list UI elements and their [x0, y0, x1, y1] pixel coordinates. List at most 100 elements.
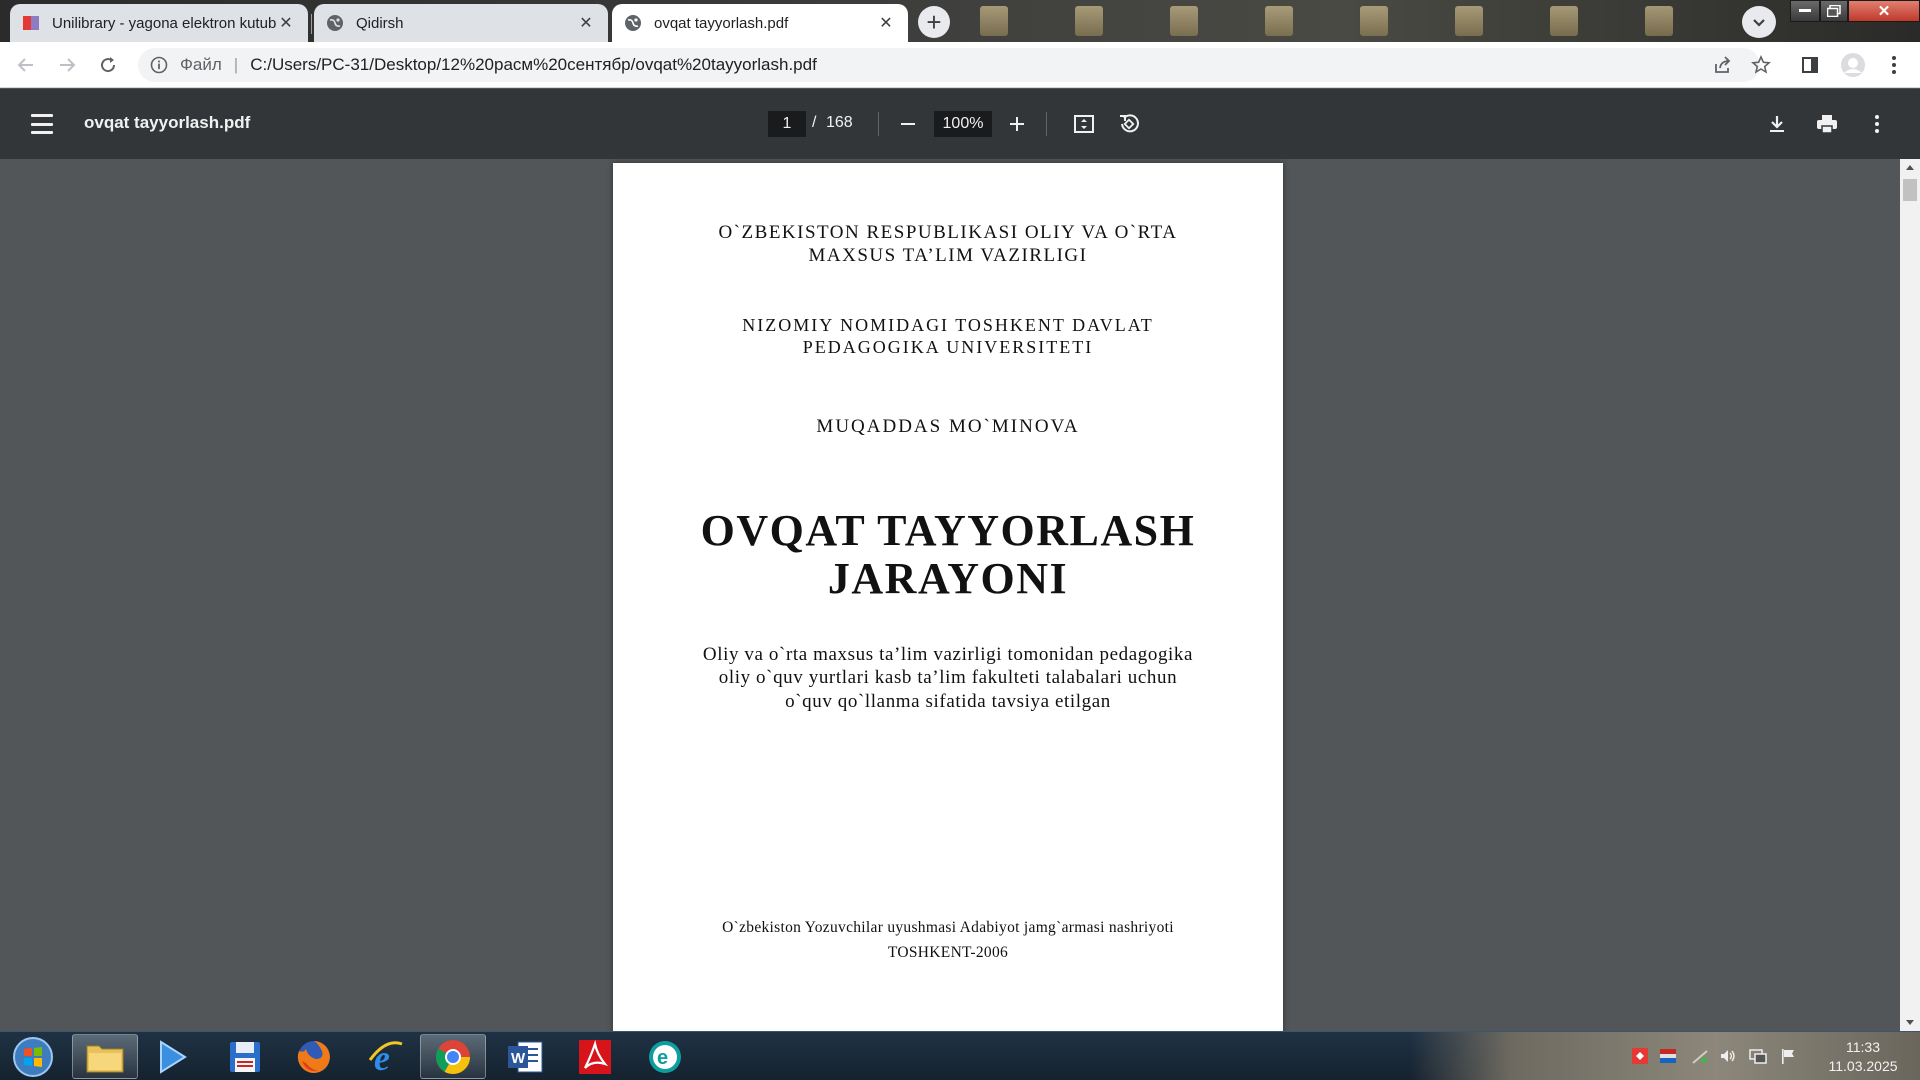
fit-to-page-icon — [1074, 115, 1094, 133]
close-icon[interactable]: ✕ — [576, 13, 596, 33]
eset-icon[interactable]: e — [632, 1034, 698, 1079]
bookmark-button[interactable] — [1745, 49, 1777, 81]
file-explorer-icon[interactable] — [72, 1034, 138, 1079]
desktop-folder-icon — [1455, 6, 1483, 36]
clock-time: 11:33 — [1846, 1039, 1880, 1055]
plus-icon — [1010, 117, 1024, 131]
tab-strip: Unilibrary - yagona elektron kutubxona ✕… — [0, 0, 1920, 42]
hamburger-menu-icon[interactable] — [26, 110, 58, 138]
recommendation-line: oliy o`quv yurtlari kasb ta’lim fakultet… — [718, 667, 1178, 688]
rotate-icon — [1120, 114, 1139, 133]
book-title: JARAYONI — [827, 554, 1069, 603]
reload-button[interactable] — [92, 49, 124, 81]
page-separator: / — [812, 114, 817, 131]
network-icon[interactable] — [1690, 1046, 1710, 1066]
start-orb-icon[interactable] — [6, 1034, 60, 1080]
reload-icon — [101, 57, 116, 73]
desktop-folder-icon — [980, 6, 1008, 36]
floppy-save-icon[interactable] — [212, 1034, 278, 1079]
internet-explorer-icon[interactable]: e — [353, 1034, 419, 1079]
zoom-input[interactable]: 100% — [934, 111, 992, 137]
profile-button[interactable] — [1837, 49, 1869, 81]
kebab-menu-icon — [1875, 115, 1879, 133]
more-actions-button[interactable] — [1860, 108, 1894, 140]
zoom-out-button[interactable] — [892, 109, 924, 139]
page-total: 168 — [826, 114, 853, 131]
svg-text:e: e — [657, 1047, 668, 1069]
tab-title: Qidirsh — [356, 14, 404, 32]
tab-separator — [311, 14, 312, 34]
vertical-scrollbar[interactable] — [1900, 159, 1920, 1031]
address-bar[interactable]: Файл | C:/Users/PC-31/Desktop/12%20расм%… — [138, 48, 1760, 82]
system-clock[interactable]: 11:33 11.03.2025 — [1808, 1038, 1918, 1076]
globe-icon — [326, 14, 344, 32]
chrome-icon[interactable] — [420, 1034, 486, 1079]
display-icon[interactable] — [1748, 1046, 1768, 1066]
desktop-folder-icon — [1170, 6, 1198, 36]
acrobat-icon[interactable] — [562, 1034, 628, 1079]
fit-page-button[interactable] — [1067, 108, 1101, 140]
zoom-in-button[interactable] — [1001, 109, 1033, 139]
star-icon — [1751, 55, 1771, 74]
tab-pdf[interactable]: ovqat tayyorlash.pdf ✕ — [612, 4, 908, 42]
tab-title: Unilibrary - yagona elektron kutubxona — [52, 14, 276, 32]
publisher-line: O`zbekiston Yozuvchilar uyushmasi Adabiy… — [722, 919, 1174, 936]
scroll-down-arrow-icon[interactable] — [1900, 1015, 1920, 1031]
media-player-icon[interactable] — [138, 1034, 204, 1079]
scroll-up-arrow-icon[interactable] — [1900, 159, 1920, 175]
restore-button[interactable] — [1820, 0, 1848, 22]
minimize-button[interactable] — [1790, 0, 1820, 22]
chevron-down-icon — [1753, 19, 1765, 27]
tab-qidirsh[interactable]: Qidirsh ✕ — [314, 4, 608, 42]
desktop-folder-icon — [1360, 6, 1388, 36]
download-button[interactable] — [1760, 108, 1794, 140]
divider: | — [233, 55, 239, 74]
browser-toolbar: Файл | C:/Users/PC-31/Desktop/12%20расм%… — [0, 42, 1920, 88]
scroll-thumb[interactable] — [1903, 179, 1917, 201]
volume-icon[interactable] — [1718, 1046, 1738, 1066]
toolbar-divider — [1046, 112, 1047, 136]
svg-text:W: W — [511, 1050, 526, 1067]
tab-unilibrary[interactable]: Unilibrary - yagona elektron kutubxona ✕ — [10, 4, 308, 42]
rotate-button[interactable] — [1112, 108, 1146, 140]
pdf-file-name: ovqat tayyorlash.pdf — [84, 113, 251, 132]
unilibrary-icon — [22, 14, 40, 32]
browser-menu-button[interactable] — [1878, 49, 1910, 81]
info-icon[interactable] — [150, 56, 170, 74]
new-tab-button[interactable]: + — [918, 6, 950, 38]
close-icon[interactable]: ✕ — [276, 13, 296, 33]
close-icon[interactable]: ✕ — [876, 13, 896, 33]
ministry-line: MAXSUS TA’LIM VAZIRLIGI — [808, 245, 1088, 266]
back-button[interactable] — [10, 49, 42, 81]
book-title: OVQAT TAYYORLASH — [700, 506, 1196, 555]
word-icon[interactable]: W — [492, 1034, 558, 1079]
action-center-flag-icon[interactable] — [1778, 1046, 1798, 1066]
print-button[interactable] — [1810, 108, 1844, 140]
side-panel-button[interactable] — [1794, 49, 1826, 81]
pdf-viewer-area[interactable]: O`ZBEKISTON RESPUBLIKASI OLIY VA O`RTA M… — [0, 159, 1900, 1031]
recommendation-line: o`quv qo`llanma sifatida tavsiya etilgan — [785, 691, 1111, 712]
place-year: TOSHKENT-2006 — [887, 944, 1009, 961]
url-text[interactable]: C:/Users/PC-31/Desktop/12%20расм%20сентя… — [250, 55, 817, 75]
author-name: MUQADDAS MO`MINOVA — [816, 416, 1080, 437]
university-line: PEDAGOGIKA UNIVERSITETI — [802, 337, 1094, 357]
desktop-folder-icon — [1265, 6, 1293, 36]
printer-icon — [1817, 115, 1837, 134]
forward-button[interactable] — [51, 49, 83, 81]
page-number-input[interactable]: 1 — [768, 111, 806, 137]
tab-title: ovqat tayyorlash.pdf — [654, 14, 789, 32]
share-button[interactable] — [1707, 49, 1739, 81]
avatar-icon — [1841, 53, 1865, 77]
tab-search-button[interactable] — [1742, 6, 1776, 38]
download-icon — [1770, 116, 1784, 132]
desktop-folder-icon — [1075, 6, 1103, 36]
language-icon[interactable] — [1658, 1046, 1678, 1066]
desktop-folder-icon — [1645, 6, 1673, 36]
pdf-page: O`ZBEKISTON RESPUBLIKASI OLIY VA O`RTA M… — [613, 163, 1283, 1031]
firefox-icon[interactable] — [281, 1034, 347, 1079]
close-window-button[interactable]: ✕ — [1848, 0, 1920, 22]
security-shield-icon[interactable] — [1630, 1046, 1650, 1066]
pdf-toolbar: ovqat tayyorlash.pdf 1 / 168 100% — [0, 89, 1920, 159]
ministry-line: O`ZBEKISTON RESPUBLIKASI OLIY VA O`RTA — [718, 222, 1178, 243]
recommendation-line: Oliy va o`rta maxsus ta’lim vazirligi to… — [702, 644, 1194, 665]
